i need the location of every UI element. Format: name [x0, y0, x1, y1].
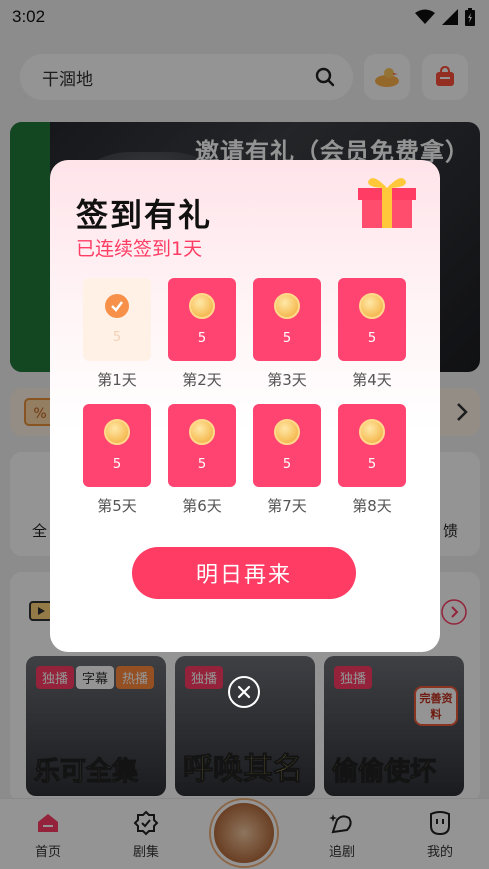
- day-item[interactable]: 5 第1天: [83, 278, 151, 390]
- day-card: 5: [338, 278, 406, 361]
- gift-icon: [358, 178, 416, 228]
- coin-icon: [274, 293, 300, 319]
- day-label: 第5天: [97, 497, 137, 515]
- day-reward: 5: [197, 457, 207, 472]
- coin-icon: [189, 293, 215, 319]
- coin-icon: [189, 419, 215, 445]
- day-item[interactable]: 5 第3天: [253, 278, 321, 390]
- day-card: 5: [168, 278, 236, 361]
- day-card: 5: [83, 278, 151, 361]
- day-item[interactable]: 5 第8天: [338, 404, 406, 516]
- day-reward: 5: [112, 330, 122, 345]
- coin-icon: [359, 293, 385, 319]
- day-item[interactable]: 5 第2天: [168, 278, 236, 390]
- day-reward: 5: [367, 331, 377, 346]
- checkin-modal: 签到有礼 已连续签到1天 5 第1天 5 第2天 5 第3天 5 第4天 5 第5天 5 第6天 5 第7…: [50, 160, 440, 652]
- day-card: 5: [338, 404, 406, 487]
- modal-title: 签到有礼: [76, 196, 213, 234]
- day-label: 第4天: [352, 371, 392, 389]
- day-item[interactable]: 5 第5天: [83, 404, 151, 516]
- day-card: 5: [253, 404, 321, 487]
- day-label: 第1天: [97, 371, 137, 389]
- modal-subtitle: 已连续签到1天: [76, 238, 203, 260]
- day-label: 第8天: [352, 497, 392, 515]
- coin-icon: [104, 419, 130, 445]
- day-reward: 5: [367, 457, 377, 472]
- day-label: 第3天: [267, 371, 307, 389]
- day-label: 第7天: [267, 497, 307, 515]
- close-icon[interactable]: [228, 676, 260, 708]
- coin-icon: [359, 419, 385, 445]
- day-label: 第6天: [182, 497, 222, 515]
- come-back-tomorrow-button[interactable]: 明日再来: [132, 547, 356, 599]
- day-card: 5: [83, 404, 151, 487]
- day-card: 5: [253, 278, 321, 361]
- day-item[interactable]: 5 第4天: [338, 278, 406, 390]
- day-reward: 5: [282, 331, 292, 346]
- coin-icon: [274, 419, 300, 445]
- check-icon: [105, 294, 129, 318]
- day-card: 5: [168, 404, 236, 487]
- day-reward: 5: [197, 331, 207, 346]
- day-reward: 5: [282, 457, 292, 472]
- day-reward: 5: [112, 457, 122, 472]
- day-item[interactable]: 5 第7天: [253, 404, 321, 516]
- day-item[interactable]: 5 第6天: [168, 404, 236, 516]
- day-label: 第2天: [182, 371, 222, 389]
